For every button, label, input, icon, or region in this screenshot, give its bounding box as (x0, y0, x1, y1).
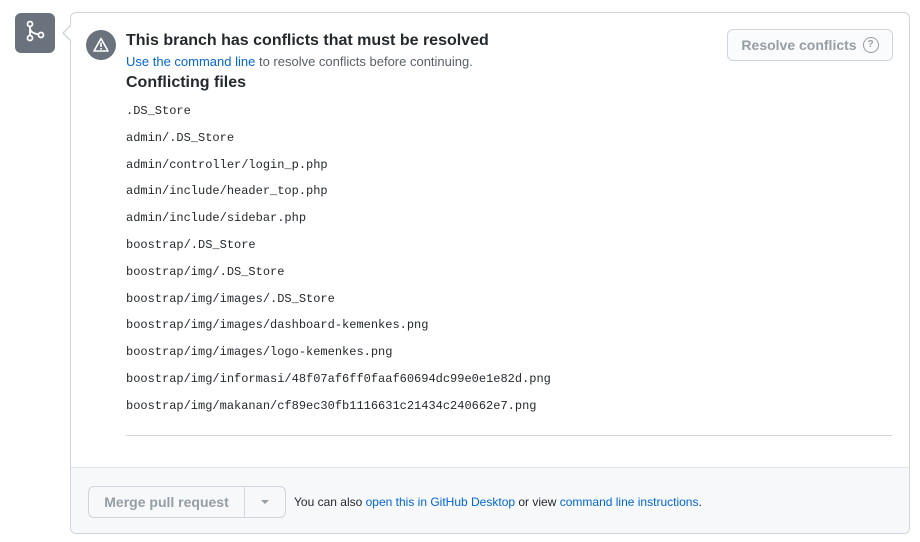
merge-pull-request-button[interactable]: Merge pull request (89, 487, 245, 517)
open-github-desktop-link[interactable]: open this in GitHub Desktop (366, 495, 515, 509)
conflict-file-item: admin/controller/login_p.php (126, 157, 328, 172)
chevron-down-icon (261, 500, 269, 504)
footer-help-text: You can also open this in GitHub Desktop… (294, 495, 702, 509)
resolve-conflicts-label: Resolve conflicts (741, 37, 857, 53)
merge-footer: Merge pull request You can also open thi… (71, 467, 909, 533)
command-line-instructions-link[interactable]: command line instructions (560, 495, 699, 509)
conflict-file-item: boostrap/img/makanan/cf89ec30fb1116631c2… (126, 398, 537, 413)
conflict-file-item: .DS_Store (126, 104, 191, 118)
alert-icon (86, 30, 116, 60)
resolve-conflicts-button[interactable]: Resolve conflicts ? (727, 29, 893, 61)
conflicting-files-list: .DS_Store admin/.DS_Store admin/controll… (126, 102, 551, 424)
conflict-subtitle: Use the command line to resolve conflict… (126, 54, 473, 70)
subtitle-text: to resolve conflicts before continuing. (255, 54, 473, 69)
conflict-title: This branch has conflicts that must be r… (126, 32, 489, 49)
divider (126, 435, 892, 436)
conflict-file-item: boostrap/img/.DS_Store (126, 264, 285, 279)
merge-options-dropdown[interactable] (245, 487, 285, 517)
command-line-link[interactable]: Use the command line (126, 54, 255, 69)
question-circle-icon: ? (862, 37, 879, 53)
git-merge-icon (24, 20, 46, 47)
branch-badge (15, 13, 55, 53)
conflict-file-item: admin/include/header_top.php (126, 184, 328, 199)
conflict-file-item: boostrap/img/images/dashboard-kemenkes.p… (126, 318, 429, 333)
conflict-file-item: admin/include/sidebar.php (126, 211, 307, 226)
conflicting-files-title: Conflicting files (126, 74, 246, 91)
conflict-file-item: boostrap/img/images/.DS_Store (126, 291, 335, 306)
conflict-file-item: boostrap/img/informasi/48f07af6ff0faaf60… (126, 371, 551, 386)
conflict-file-item: boostrap/.DS_Store (126, 237, 256, 252)
merge-button-group: Merge pull request (88, 486, 286, 518)
conflict-file-item: boostrap/img/images/logo-kemenkes.png (126, 345, 393, 360)
conflict-file-item: admin/.DS_Store (126, 130, 235, 145)
